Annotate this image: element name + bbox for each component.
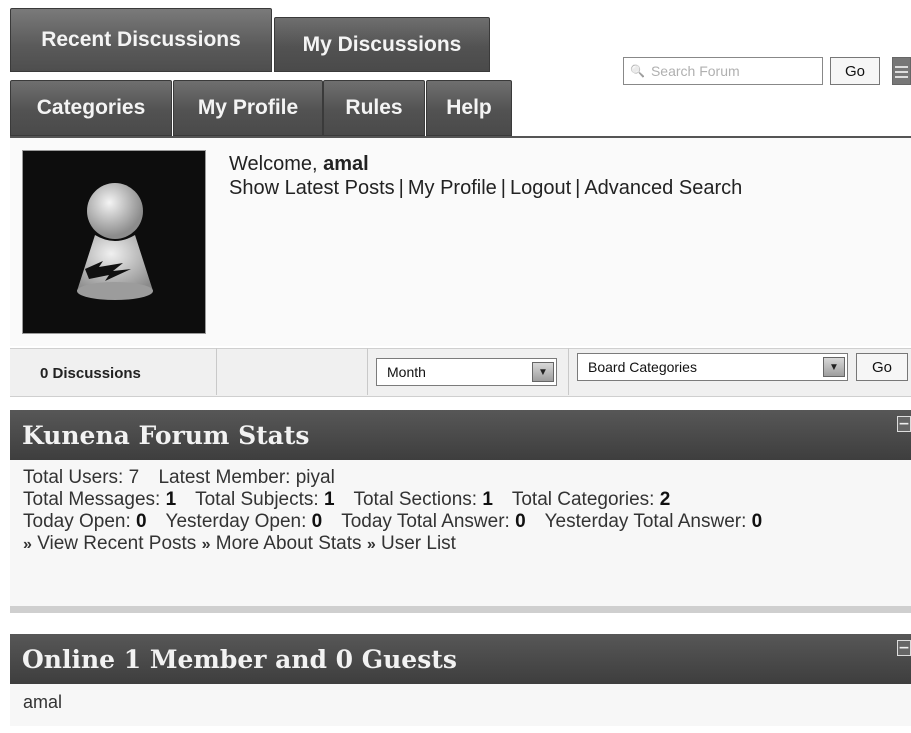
dropdown-arrow-icon: ▼ <box>823 357 845 377</box>
tab-my-profile[interactable]: My Profile <box>173 80 323 136</box>
online-member-link[interactable]: amal <box>23 692 62 712</box>
user-list-link[interactable]: User List <box>381 533 456 554</box>
total-categories-label: Total Categories: <box>511 489 655 510</box>
total-sections-value: 1 <box>482 489 493 510</box>
tab-label: Recent Discussions <box>41 28 241 51</box>
tab-label: Categories <box>36 96 146 119</box>
avatar-placeholder-icon <box>77 183 153 300</box>
yesterday-answer-value: 0 <box>751 511 763 532</box>
more-about-stats-link[interactable]: More About Stats <box>216 533 362 554</box>
total-messages-label: Total Messages: <box>23 489 161 510</box>
bullet-icon: » <box>366 536 376 553</box>
yesterday-open-label: Yesterday Open: <box>165 511 307 532</box>
link-separator: | <box>500 177 506 199</box>
username: amal <box>323 153 369 175</box>
today-answer-label: Today Total Answer: <box>341 511 510 532</box>
category-select[interactable]: Board Categories ▼ <box>577 353 848 381</box>
total-users-value: 7 <box>128 467 140 488</box>
stats-line: Today Open: 0 Yesterday Open: 0 Today To… <box>23 511 898 533</box>
divider <box>216 348 217 395</box>
tab-rules[interactable]: Rules <box>323 80 425 136</box>
advanced-search-link[interactable]: Advanced Search <box>584 177 742 199</box>
today-open-label: Today Open: <box>23 511 131 532</box>
online-body: amal <box>10 684 911 726</box>
bullet-icon: » <box>23 536 32 553</box>
welcome-prefix: Welcome, <box>229 153 324 175</box>
logout-link[interactable]: Logout <box>510 177 571 199</box>
tab-label: My Discussions <box>302 32 462 56</box>
my-profile-link[interactable]: My Profile <box>408 177 497 199</box>
tab-categories[interactable]: Categories <box>10 80 172 136</box>
stats-quick-links: » View Recent Posts » More About Stats »… <box>23 533 898 556</box>
collapse-icon[interactable]: − <box>897 416 911 432</box>
stats-line: Total Users: 7 Latest Member: piyal <box>23 467 898 489</box>
total-subjects-value: 1 <box>323 489 335 510</box>
yesterday-open-value: 0 <box>311 511 323 532</box>
category-go-button[interactable]: Go <box>856 353 908 381</box>
section-footer <box>10 606 911 613</box>
today-answer-value: 0 <box>515 511 526 532</box>
period-select[interactable]: Month ▼ <box>376 358 557 386</box>
total-messages-value: 1 <box>165 489 177 510</box>
discussion-count: 0 Discussions <box>40 365 141 382</box>
tab-label: Help <box>446 96 492 119</box>
search-field[interactable]: 🔍 <box>623 57 823 85</box>
tab-help[interactable]: Help <box>426 80 512 136</box>
stats-line: Total Messages: 1 Total Subjects: 1 Tota… <box>23 489 898 511</box>
divider <box>568 348 569 395</box>
link-separator: | <box>575 177 581 199</box>
today-open-value: 0 <box>136 511 147 532</box>
menu-icon[interactable] <box>892 57 911 85</box>
total-categories-value: 2 <box>659 489 671 510</box>
view-recent-posts-link[interactable]: View Recent Posts <box>37 533 196 554</box>
search-input[interactable] <box>648 62 803 80</box>
total-sections-label: Total Sections: <box>353 489 478 510</box>
tab-label: My Profile <box>197 96 299 119</box>
collapse-icon[interactable]: − <box>897 640 911 656</box>
link-separator: | <box>398 177 404 199</box>
stats-body: Total Users: 7 Latest Member: piyal Tota… <box>10 460 911 606</box>
avatar <box>22 150 206 334</box>
period-value: Month <box>387 364 426 380</box>
search-go-button[interactable]: Go <box>830 57 880 85</box>
category-value: Board Categories <box>588 359 697 375</box>
latest-member-label: Latest Member: <box>158 467 291 488</box>
stats-title: Kunena Forum Stats <box>22 420 310 450</box>
bullet-icon: » <box>201 536 211 553</box>
tab-label: Rules <box>345 96 403 119</box>
show-latest-posts-link[interactable]: Show Latest Posts <box>229 177 395 199</box>
search-icon: 🔍 <box>630 64 645 78</box>
online-header: Online 1 Member and 0 Guests − <box>10 634 911 684</box>
tab-my-discussions[interactable]: My Discussions <box>274 17 490 72</box>
divider <box>367 348 368 395</box>
welcome-text: Welcome, amal <box>229 152 369 176</box>
total-subjects-label: Total Subjects: <box>195 489 319 510</box>
online-title: Online 1 Member and 0 Guests <box>22 644 457 674</box>
tab-recent-discussions[interactable]: Recent Discussions <box>10 8 272 72</box>
stats-header: Kunena Forum Stats − <box>10 410 911 460</box>
dropdown-arrow-icon: ▼ <box>532 362 554 382</box>
profile-links: Show Latest Posts | My Profile | Logout | Adva… <box>229 176 742 200</box>
latest-member-link[interactable]: piyal <box>296 467 335 488</box>
yesterday-answer-label: Yesterday Total Answer: <box>544 511 747 532</box>
total-users-label: Total Users: <box>23 467 124 488</box>
